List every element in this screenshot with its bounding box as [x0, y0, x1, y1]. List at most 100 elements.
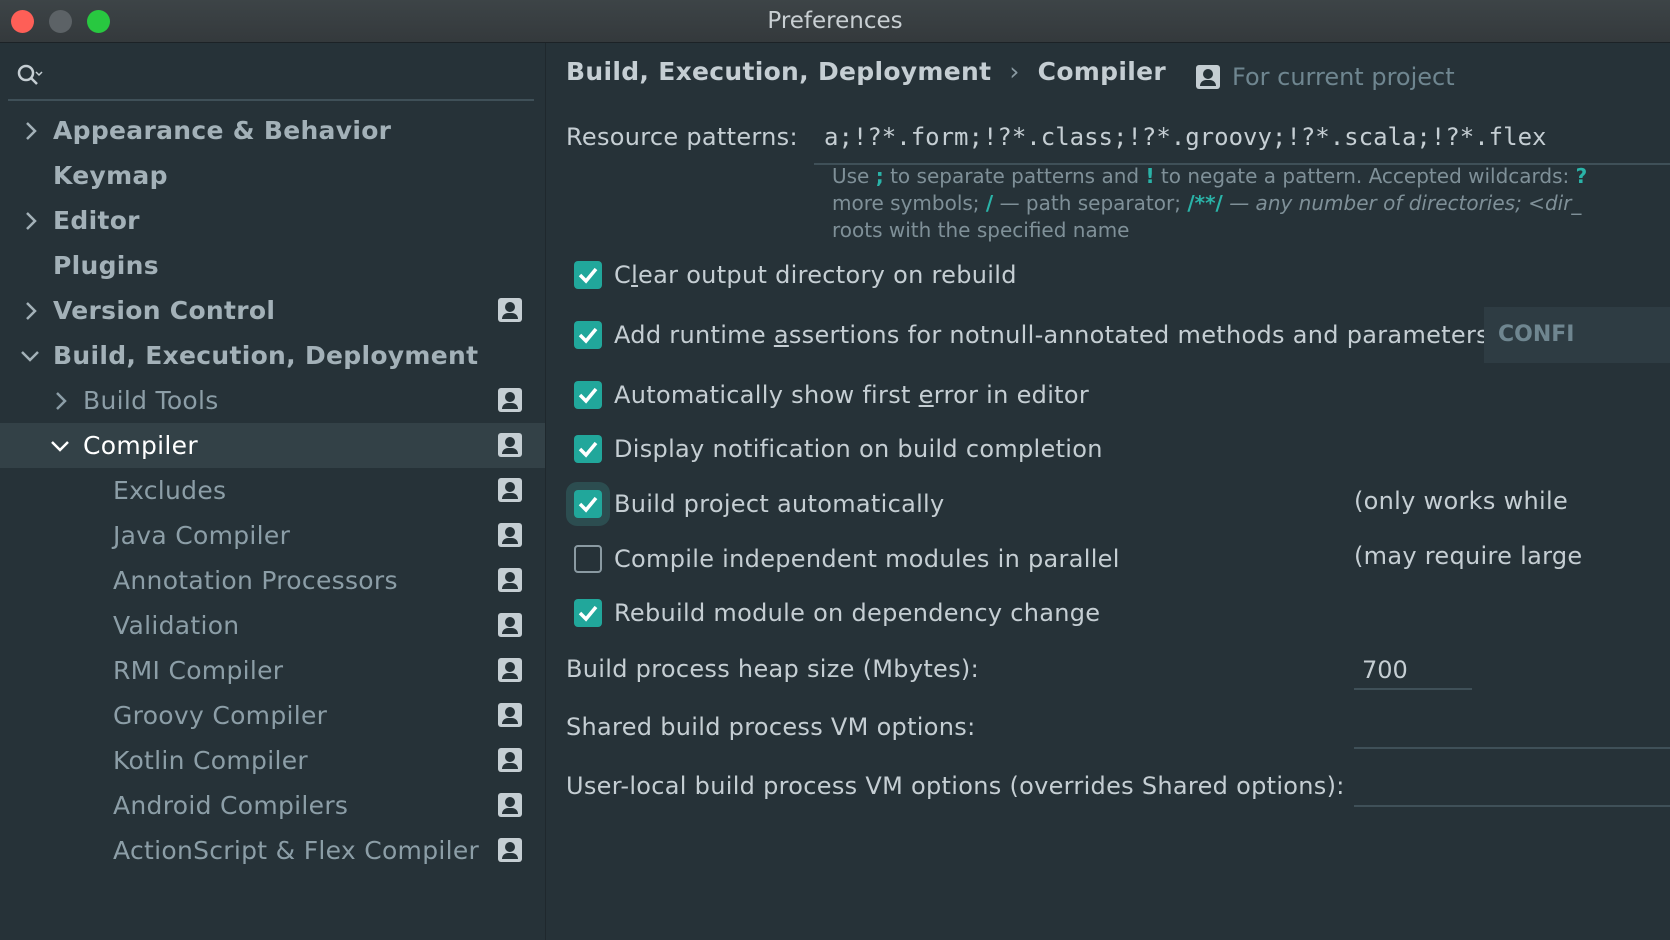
sidebar-item-annotation-processors[interactable]: Annotation Processors	[0, 558, 545, 603]
resource-patterns-hint: Use ; to separate patterns and ! to nega…	[832, 163, 1670, 244]
hint-text: Use	[832, 164, 876, 188]
checkbox-label: Rebuild module on dependency change	[614, 599, 1101, 627]
project-scope-icon	[498, 613, 522, 637]
checkbox-label: Display notification on build completion	[614, 435, 1103, 463]
sidebar-item-plugins[interactable]: Plugins	[0, 243, 545, 288]
sidebar-item-build-execution-deployment[interactable]: Build, Execution, Deployment	[0, 333, 545, 378]
project-scope-icon	[1196, 65, 1220, 89]
sidebar-item-editor[interactable]: Editor	[0, 198, 545, 243]
hint-symbol: !	[1145, 164, 1155, 188]
resource-patterns-input[interactable]: a;!?*.form;!?*.class;!?*.groovy;!?*.scal…	[814, 117, 1670, 165]
breadcrumb: Build, Execution, Deployment › Compiler	[566, 57, 1166, 86]
checkbox-label: Clear output directory on rebuild	[614, 261, 1017, 289]
breadcrumb-parent[interactable]: Build, Execution, Deployment	[566, 57, 991, 86]
chevron-right-icon[interactable]	[24, 108, 46, 153]
chevron-down-icon[interactable]	[20, 333, 42, 378]
sidebar-item-version-control[interactable]: Version Control	[0, 288, 545, 333]
sidebar-item-label: Editor	[53, 206, 140, 235]
sidebar-item-validation[interactable]: Validation	[0, 603, 545, 648]
sidebar-item-java-compiler[interactable]: Java Compiler	[0, 513, 545, 558]
sidebar-item-label: Excludes	[113, 476, 227, 505]
project-scope-icon	[498, 703, 522, 727]
chevron-right-icon[interactable]	[54, 378, 76, 423]
hint-text: to separate patterns and	[883, 164, 1146, 188]
heap-size-input[interactable]: 700	[1354, 650, 1472, 690]
checkmark-icon	[578, 441, 598, 458]
checkbox-checked[interactable]	[574, 599, 602, 627]
sidebar-item-label: Annotation Processors	[113, 566, 398, 595]
checkbox-unchecked[interactable]	[574, 545, 602, 573]
breadcrumb-current: Compiler	[1037, 57, 1166, 86]
project-scope-icon	[498, 298, 522, 322]
sidebar-item-excludes[interactable]: Excludes	[0, 468, 545, 513]
settings-sidebar: Appearance & Behavior Keymap Editor Plug…	[0, 43, 546, 940]
checkbox-checked[interactable]	[574, 381, 602, 409]
hint-text: more symbols;	[832, 191, 986, 215]
hint-text: to negate a pattern. Accepted wildcards:	[1154, 164, 1576, 188]
checkbox-label: Add runtime assertions for notnull-annot…	[614, 321, 1489, 349]
sidebar-item-appearance-behavior[interactable]: Appearance & Behavior	[0, 108, 545, 153]
chevron-right-icon[interactable]	[24, 198, 46, 243]
sidebar-item-label: Kotlin Compiler	[113, 746, 308, 775]
window-title: Preferences	[767, 8, 903, 34]
sidebar-item-label: Compiler	[83, 431, 198, 460]
sidebar-item-keymap[interactable]: Keymap	[0, 153, 545, 198]
sidebar-item-label: Keymap	[53, 161, 168, 190]
sidebar-item-rmi-compiler[interactable]: RMI Compiler	[0, 648, 545, 693]
project-scope-icon	[498, 523, 522, 547]
checkmark-icon	[578, 387, 598, 404]
checkmark-icon	[578, 327, 598, 344]
sidebar-item-label: Android Compilers	[113, 791, 349, 820]
shared-vm-options-input[interactable]	[1354, 709, 1670, 749]
project-scope-icon	[498, 838, 522, 862]
project-scope-icon	[498, 793, 522, 817]
project-scope-icon	[498, 568, 522, 592]
project-scope-icon	[498, 658, 522, 682]
settings-search-field[interactable]	[8, 55, 534, 101]
hint-text: roots with the specified name	[832, 218, 1130, 242]
sidebar-item-label: Build, Execution, Deployment	[53, 341, 479, 370]
sidebar-item-build-tools[interactable]: Build Tools	[0, 378, 545, 423]
project-scope-icon	[498, 433, 522, 457]
sidebar-item-label: Java Compiler	[113, 521, 291, 550]
compile-parallel-note: (may require large	[1354, 542, 1583, 570]
sidebar-item-android-compilers[interactable]: Android Compilers	[0, 783, 545, 828]
sidebar-item-label: RMI Compiler	[113, 656, 284, 685]
sidebar-item-label: Validation	[113, 611, 240, 640]
sidebar-item-label: Appearance & Behavior	[53, 116, 392, 145]
resource-patterns-label: Resource patterns:	[566, 123, 798, 151]
hint-symbol: ;	[875, 164, 884, 188]
checkmark-icon	[578, 605, 598, 622]
sidebar-item-kotlin-compiler[interactable]: Kotlin Compiler	[0, 738, 545, 783]
sidebar-item-label: Groovy Compiler	[113, 701, 328, 730]
checkbox-label: Compile independent modules in parallel	[614, 545, 1120, 573]
sidebar-item-label: ActionScript & Flex Compiler	[113, 836, 480, 865]
hint-symbol: /**/	[1187, 191, 1223, 215]
checkbox-checked[interactable]	[574, 490, 602, 518]
checkmark-icon	[578, 496, 598, 513]
checkbox-checked[interactable]	[574, 435, 602, 463]
heap-size-label: Build process heap size (Mbytes):	[566, 655, 979, 683]
compiler-settings-panel: Build, Execution, Deployment › Compiler Fo…	[546, 43, 1670, 940]
project-scope-icon	[498, 748, 522, 772]
checkbox-checked[interactable]	[574, 261, 602, 289]
chevron-down-icon[interactable]	[50, 423, 72, 468]
checkbox-label: Build project automatically	[614, 490, 945, 518]
sidebar-item-label: Plugins	[53, 251, 159, 280]
project-scope-icon	[498, 478, 522, 502]
shared-vm-options-label: Shared build process VM options:	[566, 713, 976, 741]
scope-label: For current project	[1232, 63, 1455, 91]
sidebar-item-groovy-compiler[interactable]: Groovy Compiler	[0, 693, 545, 738]
breadcrumb-separator: ›	[1009, 57, 1020, 86]
sidebar-item-actionscript-flex-compiler[interactable]: ActionScript & Flex Compiler	[0, 828, 545, 873]
hint-symbol: ?	[1575, 164, 1588, 188]
sidebar-item-compiler[interactable]: Compiler	[0, 423, 545, 468]
hint-text: — any number of directories; <dir_	[1222, 191, 1582, 215]
search-icon	[17, 64, 43, 85]
hint-text: — path separator;	[993, 191, 1188, 215]
chevron-right-icon[interactable]	[24, 288, 46, 333]
user-local-vm-options-input[interactable]	[1354, 767, 1670, 807]
checkbox-checked[interactable]	[574, 321, 602, 349]
title-bar: Preferences	[0, 0, 1670, 43]
configure-annotations-button[interactable]: CONFI	[1484, 307, 1670, 363]
